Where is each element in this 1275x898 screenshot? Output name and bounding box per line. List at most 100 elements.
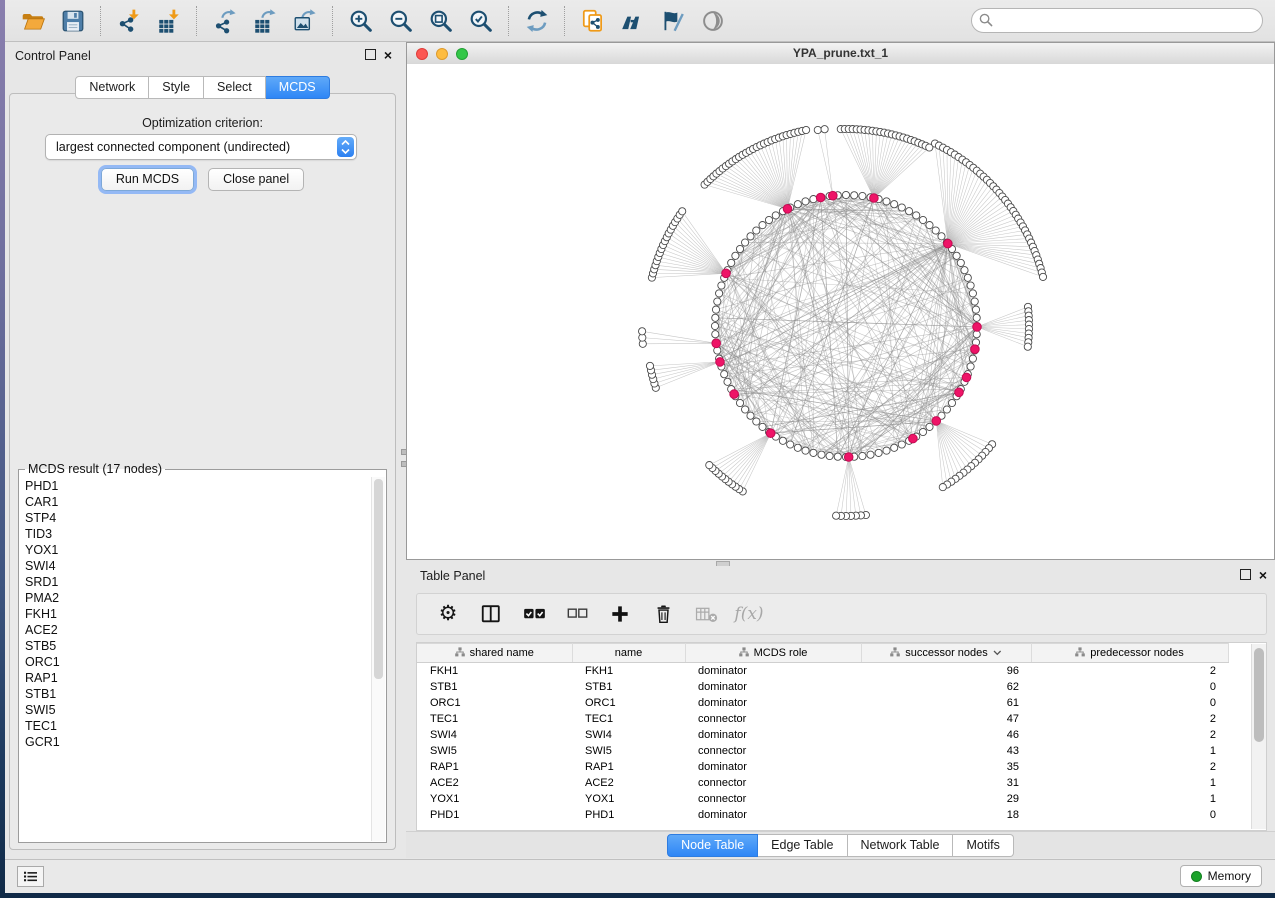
graph-mcds-node[interactable] [829,191,838,200]
graph-node[interactable] [802,198,809,205]
graph-node[interactable] [964,274,971,281]
table-row[interactable]: ORC1ORC1dominator610 [417,695,1228,711]
graph-node[interactable] [898,204,905,211]
graph-node[interactable] [932,227,939,234]
graph-node[interactable] [919,216,926,223]
gear-button[interactable]: ⚙ [435,601,461,627]
graph-leaf-node[interactable] [939,484,946,491]
memory-button[interactable]: Memory [1180,865,1262,887]
graph-node[interactable] [967,363,974,370]
graph-node[interactable] [891,201,898,208]
zoom-in-button[interactable] [341,3,381,39]
graph-node[interactable] [883,198,890,205]
mcds-result-item[interactable]: TEC1 [20,718,372,734]
show-graphics-button[interactable] [693,3,733,39]
result-scrollbar[interactable] [371,477,385,841]
graph-node[interactable] [859,452,866,459]
graph-node[interactable] [969,290,976,297]
graph-leaf-node[interactable] [814,126,821,133]
import-network-button[interactable] [109,3,149,39]
close-panel-button[interactable]: Close panel [208,168,304,191]
table-row[interactable]: RAP1RAP1dominator352 [417,759,1228,775]
search-input[interactable] [971,8,1263,33]
table-row[interactable]: YOX1YOX1connector291 [417,791,1228,807]
graph-node[interactable] [926,222,933,229]
graph-node[interactable] [943,406,950,413]
graph-node[interactable] [957,259,964,266]
column-header-name[interactable]: name [572,644,685,663]
mcds-result-list[interactable]: PHD1CAR1STP4TID3YOX1SWI4SRD1PMA2FKH1ACE2… [20,478,372,841]
tab-node-table[interactable]: Node Table [667,834,758,857]
table-row[interactable]: FKH1FKH1dominator962 [417,663,1228,680]
tab-style[interactable]: Style [149,76,204,99]
mcds-result-item[interactable]: TID3 [20,526,372,542]
graph-mcds-node[interactable] [973,323,982,332]
graph-node[interactable] [834,453,841,460]
graph-leaf-node[interactable] [803,126,810,133]
graph-node[interactable] [732,252,739,259]
graph-mcds-node[interactable] [783,205,792,214]
graph-leaf-node[interactable] [833,512,840,519]
graph-node[interactable] [712,314,719,321]
graph-node[interactable] [728,259,735,266]
graph-node[interactable] [714,298,721,305]
mcds-result-item[interactable]: STB5 [20,638,372,654]
graph-node[interactable] [736,399,743,406]
graph-node[interactable] [772,212,779,219]
graph-node[interactable] [969,355,976,362]
graph-node[interactable] [973,314,980,321]
export-table-button[interactable] [245,3,285,39]
graph-node[interactable] [779,437,786,444]
graph-leaf-node[interactable] [646,362,653,369]
mcds-result-item[interactable]: FKH1 [20,606,372,622]
columns-button[interactable] [478,601,504,627]
graph-mcds-node[interactable] [730,390,739,399]
toggle-details-button[interactable] [653,3,693,39]
graph-node[interactable] [802,447,809,454]
network-graph[interactable] [407,64,1274,559]
column-header-shared-name[interactable]: shared name [417,644,572,663]
graph-node[interactable] [716,290,723,297]
table-row[interactable]: SWI4SWI4dominator462 [417,727,1228,743]
mcds-result-item[interactable]: YOX1 [20,542,372,558]
graph-node[interactable] [818,451,825,458]
maximize-window-icon[interactable] [456,48,468,60]
graph-node[interactable] [787,441,794,448]
select-all-button[interactable] [521,601,547,627]
float-panel-icon[interactable] [365,49,376,60]
graph-node[interactable] [721,371,728,378]
graph-node[interactable] [714,347,721,354]
table-scrollbar[interactable] [1251,644,1266,829]
minimize-window-icon[interactable] [436,48,448,60]
graph-leaf-node[interactable] [1039,273,1046,280]
mcds-result-item[interactable]: SWI5 [20,702,372,718]
panel-menu-button[interactable] [17,866,44,887]
graph-mcds-node[interactable] [870,194,879,203]
graph-mcds-node[interactable] [716,358,725,367]
network-canvas[interactable] [407,64,1274,559]
refresh-button[interactable] [517,3,557,39]
mcds-result-item[interactable]: GCR1 [20,734,372,750]
graph-node[interactable] [948,399,955,406]
graph-node[interactable] [953,252,960,259]
criterion-dropdown[interactable]: largest connected component (undirected) [45,134,357,160]
graph-node[interactable] [971,298,978,305]
mcds-result-item[interactable]: PHD1 [20,478,372,494]
graph-node[interactable] [859,192,866,199]
table-row[interactable]: TEC1TEC1connector472 [417,711,1228,727]
graph-mcds-node[interactable] [766,429,775,438]
result-scrollbar-thumb[interactable] [374,479,383,679]
mcds-result-item[interactable]: PMA2 [20,590,372,606]
graph-node[interactable] [842,191,849,198]
graph-leaf-node[interactable] [706,462,713,469]
graph-node[interactable] [926,423,933,430]
graph-node[interactable] [867,451,874,458]
graph-node[interactable] [972,306,979,313]
graph-mcds-node[interactable] [944,239,953,248]
graph-node[interactable] [765,216,772,223]
graph-node[interactable] [753,227,760,234]
tab-mcds[interactable]: MCDS [266,76,330,99]
graph-node[interactable] [851,192,858,199]
close-table-panel-icon[interactable]: × [1259,570,1267,580]
graph-node[interactable] [794,444,801,451]
